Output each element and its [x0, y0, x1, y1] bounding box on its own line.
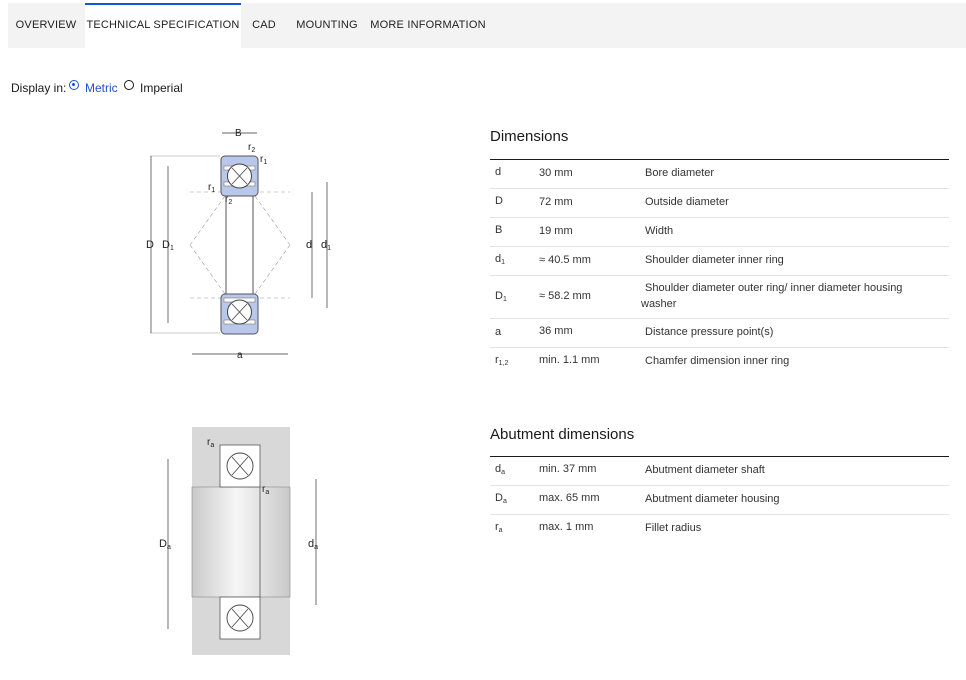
metric-radio[interactable] [69, 80, 79, 90]
table-row: ra max. 1 mm Fillet radius [495, 521, 702, 534]
table-row: a 36 mm Distance pressure point(s) [490, 319, 949, 348]
dimensions-title: Dimensions [490, 128, 569, 145]
table-row: D1 ≈ 58.2 mm Shoulder diameter outer rin… [490, 276, 949, 319]
abutment-drawing: ra ra Da da [159, 427, 318, 655]
upper-bearing-section [220, 155, 259, 197]
tab-more-information[interactable]: MORE INFORMATION [367, 3, 489, 48]
svg-text:r2: r2 [248, 142, 255, 154]
table-row: B 19 mm Width [490, 218, 949, 247]
tab-cad[interactable]: CAD [241, 3, 287, 48]
bearing-dimension-drawing: B r2 r1 r1 r2 D D1 d d1 a [146, 128, 331, 361]
imperial-label[interactable]: Imperial [140, 80, 183, 96]
label-d: d [306, 239, 312, 251]
label-D: D [146, 239, 154, 251]
table-row: d 30 mm Bore diameter [490, 160, 949, 189]
display-label: Display in: [11, 81, 67, 95]
table-row: r1,2 min. 1.1 mm Chamfer dimension inner… [495, 354, 790, 367]
svg-text:d1: d1 [321, 239, 331, 252]
tab-overview[interactable]: OVERVIEW [8, 3, 84, 48]
imperial-radio[interactable] [124, 80, 134, 90]
tab-bar: OVERVIEW TECHNICAL SPECIFICATION CAD MOU… [8, 3, 966, 48]
table-row: D 72 mm Outside diameter [490, 189, 949, 218]
lower-bearing-section [220, 293, 259, 335]
tab-technical-specification[interactable]: TECHNICAL SPECIFICATION [85, 3, 241, 48]
svg-text:r1: r1 [260, 154, 267, 166]
abutment-title: Abutment dimensions [490, 426, 635, 443]
tab-mounting[interactable]: MOUNTING [287, 3, 367, 48]
table-row: d1 ≈ 40.5 mm Shoulder diameter inner rin… [490, 247, 949, 276]
table-row: Da max. 65 mm Abutment diameter housing [490, 486, 949, 515]
svg-text:D1: D1 [162, 239, 174, 252]
metric-label[interactable]: Metric [85, 80, 118, 96]
svg-text:da: da [308, 538, 318, 551]
label-a: a [237, 350, 243, 361]
table-row: da min. 37 mm Abutment diameter shaft [490, 457, 949, 486]
svg-text:r1: r1 [208, 182, 215, 194]
label-B: B [235, 128, 242, 139]
svg-text:Da: Da [159, 538, 171, 551]
